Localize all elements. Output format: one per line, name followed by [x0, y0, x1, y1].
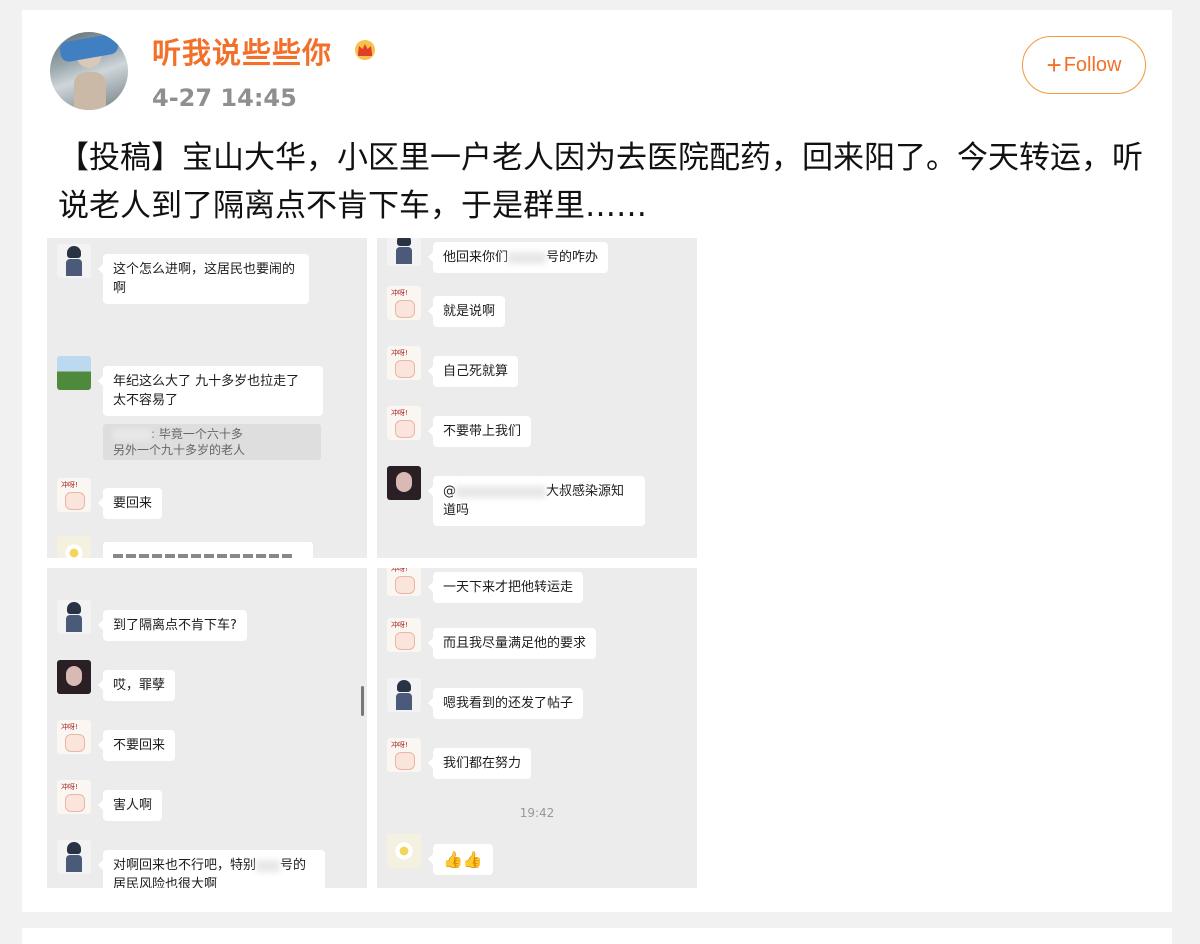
chat-message: 害人啊	[57, 780, 163, 821]
chat-bubble: 一天下来才把他转运走	[427, 572, 584, 603]
chat-screenshot-4[interactable]: 一天下来才把他转运走 而且我尽量满足他的要求 嗯我看到的还发了帖子 我们都在努力…	[377, 568, 697, 888]
chat-bubble: 要回来	[97, 488, 163, 519]
vip-crown-icon	[355, 40, 375, 60]
post-text: 【投稿】宝山大华，小区里一户老人因为去医院配药，回来阳了。今天转运，听说老人到了…	[58, 140, 1143, 224]
chat-avatar	[387, 238, 421, 266]
chat-message: @ 大叔感染源知道吗	[387, 466, 645, 526]
chat-bubble: 我们都在努力	[427, 748, 532, 779]
plus-icon: +	[1046, 50, 1062, 80]
chat-message: 年纪这么大了 九十多岁也拉走了 太不容易了	[57, 356, 323, 416]
chat-bubble: 不要回来	[97, 730, 176, 761]
chat-avatar	[387, 346, 421, 380]
post-card: 听我说些些你 4-27 14:45 + Follow 【投稿】宝山大华，小区里一…	[22, 10, 1172, 912]
chat-message: 嗯我看到的还发了帖子	[387, 678, 584, 719]
chat-bubble: 👍👍	[428, 844, 493, 875]
chat-bubble: 就是说啊	[427, 296, 506, 327]
chat-bubble: 年纪这么大了 九十多岁也拉走了 太不容易了	[98, 366, 323, 416]
chat-bubble: 哎，罪孽	[97, 670, 176, 701]
chat-bubble: 嗯我看到的还发了帖子	[427, 688, 584, 719]
chat-screenshot-2[interactable]: 他回来你们号的咋办 就是说啊 自己死就算 不要带上我们 @大叔感染源知道吗	[377, 238, 697, 558]
chat-bubble: 害人啊	[97, 790, 163, 821]
follow-button[interactable]: + Follow	[1022, 36, 1146, 94]
chat-avatar	[57, 356, 91, 390]
chat-message: 到了隔离点不肯下车?	[57, 600, 247, 641]
chat-message: 这个怎么进啊，这居民也要闹的啊	[57, 244, 309, 304]
avatar-figure	[74, 72, 106, 110]
chat-avatar	[57, 660, 91, 694]
chat-message: 哎，罪孽	[57, 660, 176, 701]
chat-message: 自己死就算	[387, 346, 519, 387]
chat-bubble: 对啊回来也不行吧，特别 号的居民风险也很大啊	[98, 850, 325, 888]
chat-avatar	[387, 406, 421, 440]
chat-bubble: 不要带上我们	[427, 416, 532, 447]
chat-message: 对啊回来也不行吧，特别 号的居民风险也很大啊	[57, 840, 325, 888]
chat-message: 一天下来才把他转运走	[387, 568, 584, 603]
chat-avatar	[57, 536, 91, 558]
chat-screenshot-3[interactable]: 到了隔离点不肯下车? 哎，罪孽 不要回来 害人啊 对啊回来也不行吧，特别号的居民…	[47, 568, 367, 888]
chat-avatar	[57, 600, 91, 634]
user-avatar[interactable]	[50, 32, 128, 110]
cutoff-bubble	[103, 542, 313, 558]
username[interactable]: 听我说些些你	[152, 30, 332, 72]
chat-bubble: 到了隔离点不肯下车?	[98, 610, 247, 641]
redacted-name	[456, 485, 546, 498]
quoted-message: : 毕竟一个六十多 另外一个九十多岁的老人	[103, 424, 321, 460]
chat-bubble: 他回来你们 号的咋办	[427, 242, 609, 273]
chat-avatar	[387, 738, 421, 772]
follow-label: Follow	[1063, 53, 1122, 76]
chat-message-partial	[57, 536, 91, 558]
chat-screenshot-1[interactable]: 这个怎么进啊，这居民也要闹的啊 年纪这么大了 九十多岁也拉走了 太不容易了 : …	[47, 238, 367, 558]
chat-message: 就是说啊	[387, 286, 506, 327]
chat-avatar	[57, 840, 91, 874]
chat-message: 不要回来	[57, 720, 176, 761]
chat-bubble: 这个怎么进啊，这居民也要闹的啊	[98, 254, 309, 304]
post-timestamp: 4-27 14:45	[152, 84, 297, 112]
redacted-name	[113, 428, 151, 441]
chat-message: 我们都在努力	[387, 738, 532, 779]
chat-avatar	[387, 286, 421, 320]
chat-avatar	[387, 568, 421, 596]
chat-bubble: 而且我尽量满足他的要求	[427, 628, 597, 659]
chat-avatar	[387, 618, 421, 652]
chat-message: 不要带上我们	[387, 406, 532, 447]
chat-bubble: @ 大叔感染源知道吗	[428, 476, 645, 526]
chat-bubble: 自己死就算	[427, 356, 519, 387]
scrollbar[interactable]	[361, 686, 364, 716]
redacted-text	[256, 859, 281, 872]
chat-avatar	[57, 478, 91, 512]
chat-avatar	[387, 834, 421, 868]
chat-message: 他回来你们 号的咋办	[387, 238, 609, 273]
chat-message: 要回来	[57, 478, 163, 519]
chat-message: 而且我尽量满足他的要求	[387, 618, 597, 659]
chat-avatar	[57, 720, 91, 754]
screenshot-grid: 这个怎么进啊，这居民也要闹的啊 年纪这么大了 九十多岁也拉走了 太不容易了 : …	[47, 238, 697, 888]
chat-time-separator: 19:42	[519, 806, 555, 820]
chat-avatar	[387, 466, 421, 500]
chat-avatar	[57, 780, 91, 814]
next-post-card	[22, 928, 1172, 944]
avatar-splash	[58, 33, 120, 63]
redacted-text	[508, 251, 547, 264]
chat-avatar	[57, 244, 91, 278]
chat-avatar	[387, 678, 421, 712]
chat-message: 👍👍	[387, 834, 493, 875]
